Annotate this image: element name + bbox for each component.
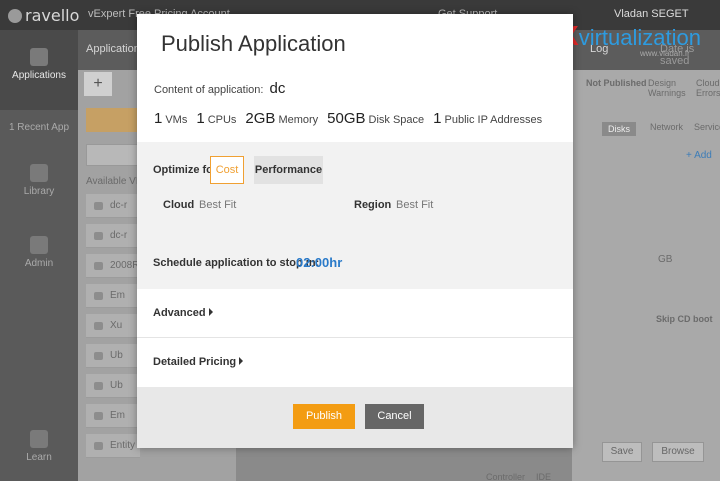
design-warnings[interactable]: Design Warnings [648,78,688,98]
cloud-value[interactable]: Best Fit [199,199,236,211]
tab-services[interactable]: Services [694,122,720,132]
advanced-toggle[interactable]: Advanced [153,307,213,319]
ide-label: IDE [536,472,552,481]
list-item[interactable]: dc-r [86,224,140,248]
list-item[interactable]: Ub [86,344,140,368]
schedule-stop-label: Schedule application to stop in: [153,257,320,269]
add-disk-link[interactable]: + Add [686,150,712,161]
content-of-application: Content of application: dc [154,80,285,97]
cloud-errors[interactable]: Cloud Errors [696,78,720,98]
stat-vms-num: 1 [154,110,163,127]
detailed-pricing-label: Detailed Pricing [153,356,237,368]
stat-memory-unit: Memory [278,114,319,126]
nav-recent-app[interactable]: 1 Recent App [0,122,78,133]
cancel-button[interactable]: Cancel [365,404,424,429]
detailed-pricing-toggle[interactable]: Detailed Pricing [153,356,244,368]
watermark-url: www.vladan.fr [640,49,690,58]
resource-stats: 1 VMs 1 CPUs 2GB Memory 50GB Disk Space 1 Pub… [154,110,542,127]
disk-size-unit[interactable]: GB [658,254,672,265]
publish-status: Not Published [586,78,647,88]
lightbulb-icon [30,430,48,448]
stat-vms-unit: VMs [165,114,188,126]
vm-properties-panel: Not Published Design Warnings Cloud Erro… [486,70,720,481]
nav-applications[interactable]: Applications [0,30,78,110]
stat-memory-num: 2GB [245,110,276,127]
save-button[interactable]: Save [602,442,642,462]
logo-text: ravello [25,6,80,25]
left-nav: Applications 1 Recent App Library Admin … [0,30,78,481]
stat-ip-num: 1 [433,110,442,127]
stat-disk-num: 50GB [327,110,366,127]
nav-applications-label: Applications [12,70,66,81]
content-value: dc [269,80,286,97]
stat-cpus: 1 CPUs [196,110,236,127]
stat-public-ip: 1 Public IP Addresses [433,110,542,127]
nav-admin[interactable]: Admin [0,236,78,269]
dialog-footer: Publish Cancel [137,387,573,448]
optimization-section: Optimize for Cost Performance Cloud Best… [137,142,573,289]
publish-button[interactable]: Publish [293,404,355,429]
caret-right-icon [239,357,244,365]
list-item[interactable]: Em [86,284,140,308]
stat-memory: 2GB Memory [245,110,318,127]
pricing-section: Detailed Pricing [137,338,573,387]
stat-cpus-num: 1 [196,110,205,127]
import-button[interactable] [86,108,140,132]
watermark-rest: virtualization [578,25,701,50]
advanced-section: Advanced [137,289,573,338]
list-item[interactable]: Ub [86,374,140,398]
dialog-title: Publish Application [161,31,346,56]
stat-vms: 1 VMs [154,110,187,127]
tab-disks[interactable]: Disks [602,122,636,136]
nav-learn[interactable]: Learn [0,430,78,463]
ravello-logo-icon [8,9,22,23]
ravello-logo[interactable]: ravello [8,6,79,25]
performance-button[interactable]: Performance [254,156,323,184]
schedule-stop-value[interactable]: 02:00hr [296,255,342,270]
list-item[interactable]: dc-r [86,194,140,218]
cloud-label: Cloud [163,199,195,211]
browse-button[interactable]: Browse [652,442,704,462]
vm-search-input[interactable] [86,144,140,166]
applications-icon [30,48,48,66]
stat-disk-unit: Disk Space [368,114,425,126]
nav-library-label: Library [23,186,55,197]
region-label: Region [354,199,392,211]
optimize-for-label: Optimize for [153,164,218,176]
list-item[interactable]: Entity [86,434,140,458]
list-item[interactable]: 2008R [86,254,140,278]
skip-cd-boot-label[interactable]: Skip CD boot [656,314,713,324]
add-vm-button[interactable]: + [84,72,112,96]
publish-application-dialog: Publish Application Content of applicati… [137,14,573,448]
stat-ip-unit: Public IP Addresses [444,114,543,126]
list-item[interactable]: Xu [86,314,140,338]
advanced-label: Advanced [153,307,206,319]
gear-icon [30,236,48,254]
nav-admin-label: Admin [24,258,54,269]
list-item[interactable]: Em [86,404,140,428]
stat-disk: 50GB Disk Space [327,110,424,127]
nav-recent-label: 1 Recent App [8,122,70,133]
library-icon [30,164,48,182]
caret-right-icon [208,308,213,316]
cost-button[interactable]: Cost [210,156,244,184]
content-label: Content of application: [154,84,264,96]
nav-learn-label: Learn [26,452,52,463]
stat-cpus-unit: CPUs [207,114,237,126]
controller-label: Controller [486,472,526,481]
nav-library[interactable]: Library [0,164,78,197]
tab-network[interactable]: Network [650,122,683,132]
region-value[interactable]: Best Fit [396,199,433,211]
